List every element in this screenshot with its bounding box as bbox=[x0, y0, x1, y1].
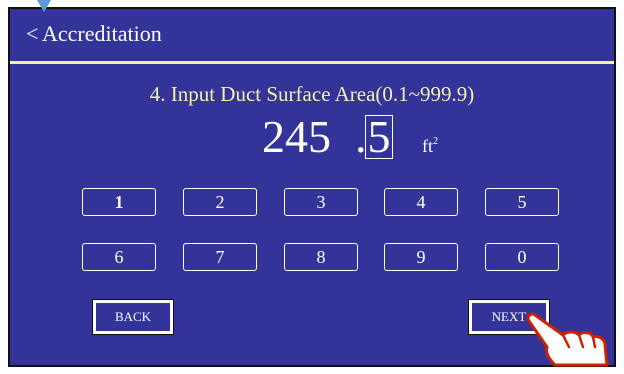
back-arrow-icon[interactable]: < bbox=[26, 23, 38, 45]
value-display: 245 . 5 ft2 bbox=[10, 111, 614, 163]
page-title[interactable]: Accreditation bbox=[42, 23, 162, 45]
key-4[interactable]: 4 bbox=[384, 188, 458, 216]
key-0[interactable]: 0 bbox=[485, 243, 559, 271]
unit-base: ft bbox=[422, 136, 433, 156]
key-1[interactable]: 1 bbox=[82, 188, 156, 216]
key-7[interactable]: 7 bbox=[183, 243, 257, 271]
value-integer-part: 245 bbox=[262, 111, 331, 162]
unit-label: ft2 bbox=[422, 136, 438, 156]
value-cursor-digit[interactable]: 5 bbox=[365, 114, 393, 160]
back-button-label: BACK bbox=[96, 303, 170, 331]
unit-exponent: 2 bbox=[433, 136, 438, 147]
pointing-hand-icon bbox=[526, 312, 609, 367]
header-bar: < Accreditation bbox=[10, 9, 614, 61]
input-prompt: 4. Input Duct Surface Area(0.1~999.9) bbox=[149, 82, 475, 106]
header-divider bbox=[10, 61, 614, 64]
key-3[interactable]: 3 bbox=[284, 188, 358, 216]
key-6[interactable]: 6 bbox=[82, 243, 156, 271]
back-button[interactable]: BACK bbox=[92, 299, 174, 335]
key-8[interactable]: 8 bbox=[284, 243, 358, 271]
key-5[interactable]: 5 bbox=[485, 188, 559, 216]
key-9[interactable]: 9 bbox=[384, 243, 458, 271]
key-2[interactable]: 2 bbox=[183, 188, 257, 216]
triangle-marker-icon bbox=[37, 0, 51, 12]
